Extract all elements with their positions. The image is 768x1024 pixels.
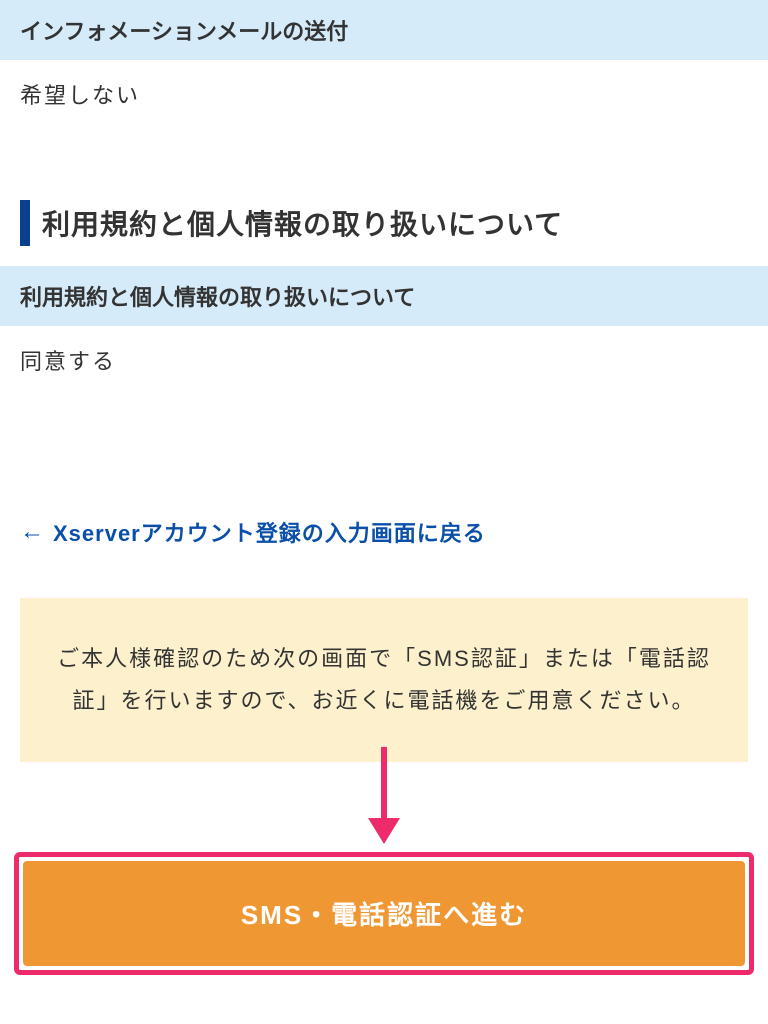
info-mail-header: インフォメーションメールの送付 xyxy=(0,0,768,60)
arrow-down-line xyxy=(381,747,387,822)
arrow-down-indicator xyxy=(0,762,768,852)
back-link-text: Xserverアカウント登録の入力画面に戻る xyxy=(53,516,486,548)
arrow-down-icon xyxy=(368,818,400,844)
submit-button-label: SMS・電話認証へ進む xyxy=(241,900,527,930)
sms-phone-verify-button[interactable]: SMS・電話認証へ進む xyxy=(23,861,745,966)
terms-title-text: 利用規約と個人情報の取り扱いについて xyxy=(42,203,563,243)
title-accent-bar xyxy=(20,200,30,246)
info-mail-header-text: インフォメーションメールの送付 xyxy=(20,19,348,44)
verification-notice-text: ご本人様確認のため次の画面で「SMS認証」または「電話認証」を行いますので、お近… xyxy=(57,646,711,713)
terms-value: 同意する xyxy=(0,326,768,416)
arrow-left-icon: ← xyxy=(20,518,45,546)
back-link[interactable]: ← Xserverアカウント登録の入力画面に戻る xyxy=(0,496,768,568)
info-mail-value-text: 希望しない xyxy=(20,83,140,108)
verification-notice: ご本人様確認のため次の画面で「SMS認証」または「電話認証」を行いますので、お近… xyxy=(20,598,748,762)
terms-header: 利用規約と個人情報の取り扱いについて xyxy=(0,266,768,326)
submit-button-highlight: SMS・電話認証へ進む xyxy=(14,852,754,975)
terms-header-text: 利用規約と個人情報の取り扱いについて xyxy=(20,285,415,310)
terms-section-title: 利用規約と個人情報の取り扱いについて xyxy=(0,200,768,246)
info-mail-value: 希望しない xyxy=(0,60,768,150)
terms-value-text: 同意する xyxy=(20,349,116,374)
